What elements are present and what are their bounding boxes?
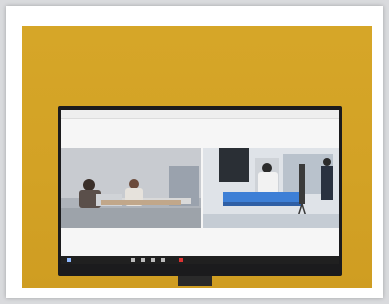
app-icon: [151, 258, 155, 262]
meeting-room-right: [203, 148, 339, 228]
meeting-room-left: [61, 148, 201, 228]
record-icon: [179, 258, 183, 262]
app-top-bar: [61, 110, 339, 119]
app-icon: [161, 258, 165, 262]
start-icon: [67, 258, 71, 262]
taskbar: [61, 256, 339, 264]
tv-stand: [178, 276, 212, 286]
video-panel-right: [203, 148, 339, 228]
tv-screen: [61, 110, 339, 264]
video-panel-left: [61, 148, 201, 228]
app-icon: [131, 258, 135, 262]
app-icon: [141, 258, 145, 262]
